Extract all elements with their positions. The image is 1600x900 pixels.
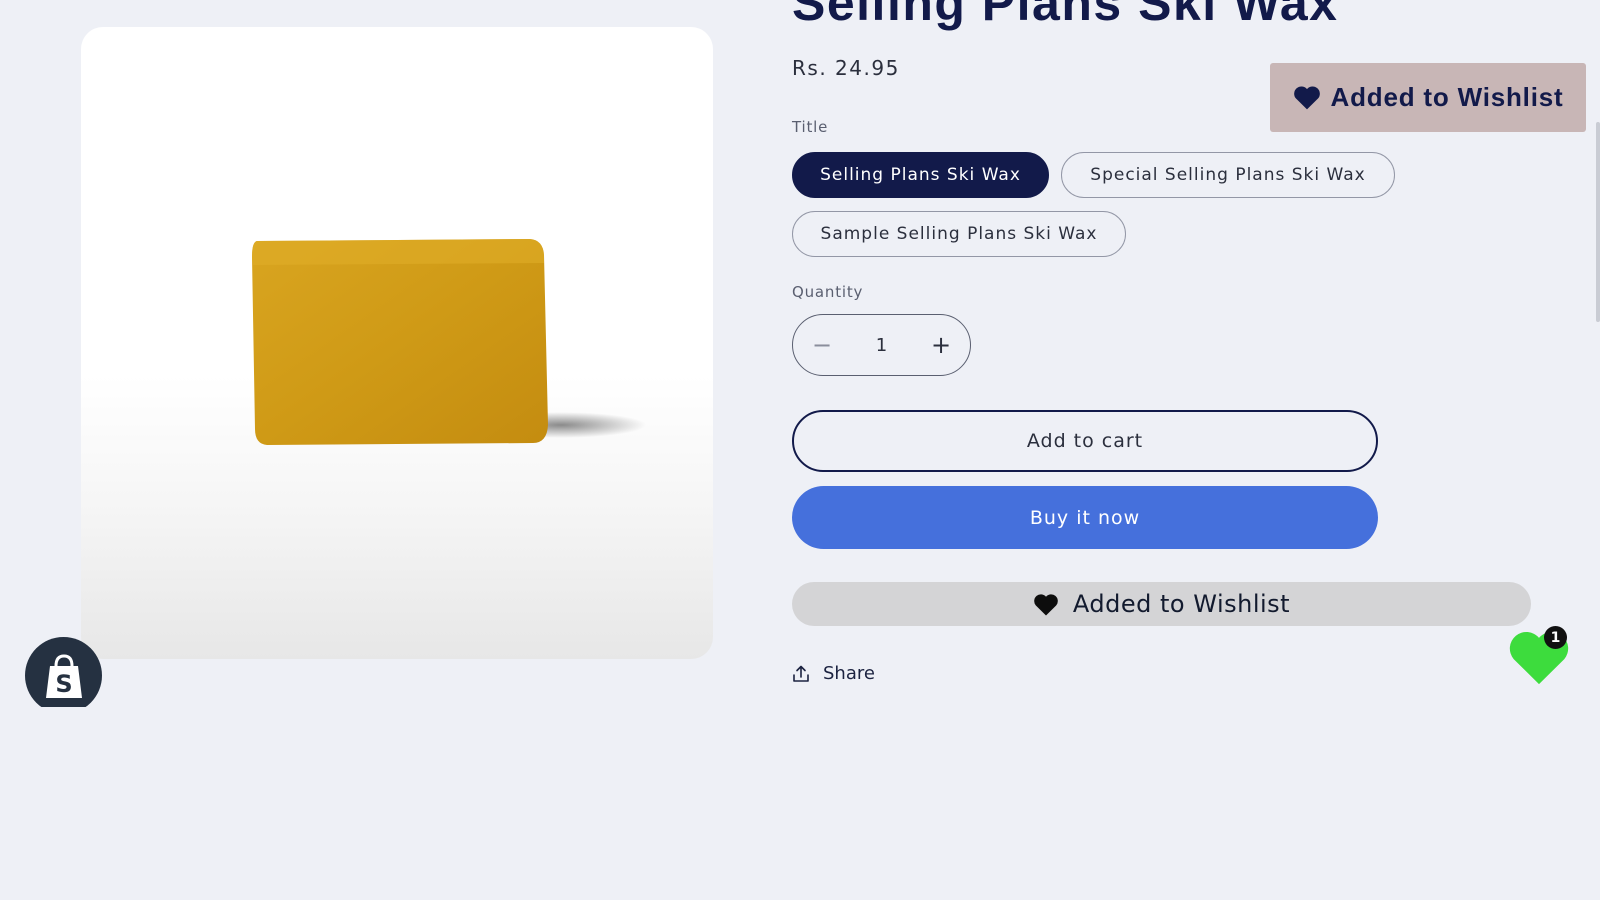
quantity-label: Quantity	[792, 283, 864, 301]
variant-option-selling-plans[interactable]: Selling Plans Ski Wax	[792, 152, 1049, 198]
quantity-input[interactable]: 1	[852, 335, 912, 356]
add-to-cart-button[interactable]: Add to cart	[792, 410, 1378, 472]
product-image-card[interactable]	[81, 27, 713, 659]
wishlist-header-label: Added to Wishlist	[1330, 82, 1564, 112]
scrollbar-thumb[interactable]	[1596, 122, 1600, 322]
quantity-decrease-button[interactable]: −	[807, 330, 837, 360]
buy-now-button[interactable]: Buy it now	[792, 486, 1378, 549]
quantity-increase-button[interactable]: +	[926, 330, 956, 360]
heart-icon	[1293, 86, 1320, 110]
share-label: Share	[823, 663, 875, 684]
shopify-bag-icon: S	[45, 653, 82, 698]
heart-icon	[1034, 593, 1058, 615]
product-price: Rs. 24.95	[792, 56, 900, 80]
share-button[interactable]: Share	[792, 663, 875, 684]
wishlist-count-badge: 1	[1544, 626, 1567, 649]
variant-label: Title	[792, 118, 829, 136]
variant-option-sample-selling-plans[interactable]: Sample Selling Plans Ski Wax	[792, 211, 1126, 257]
quantity-stepper: − 1 +	[792, 314, 971, 376]
variant-option-special-selling-plans[interactable]: Special Selling Plans Ski Wax	[1061, 152, 1395, 198]
wishlist-button[interactable]: Added to Wishlist	[792, 582, 1531, 626]
badge-cutoff	[0, 707, 140, 737]
product-image	[252, 239, 646, 445]
wishlist-button-label: Added to Wishlist	[1072, 590, 1291, 618]
wishlist-header-button[interactable]: Added to Wishlist	[1270, 63, 1586, 132]
svg-text:S: S	[55, 670, 72, 698]
shopify-badge[interactable]: S	[25, 637, 102, 714]
product-title: Selling Plans Ski Wax	[792, 0, 1339, 31]
share-icon	[793, 665, 809, 682]
